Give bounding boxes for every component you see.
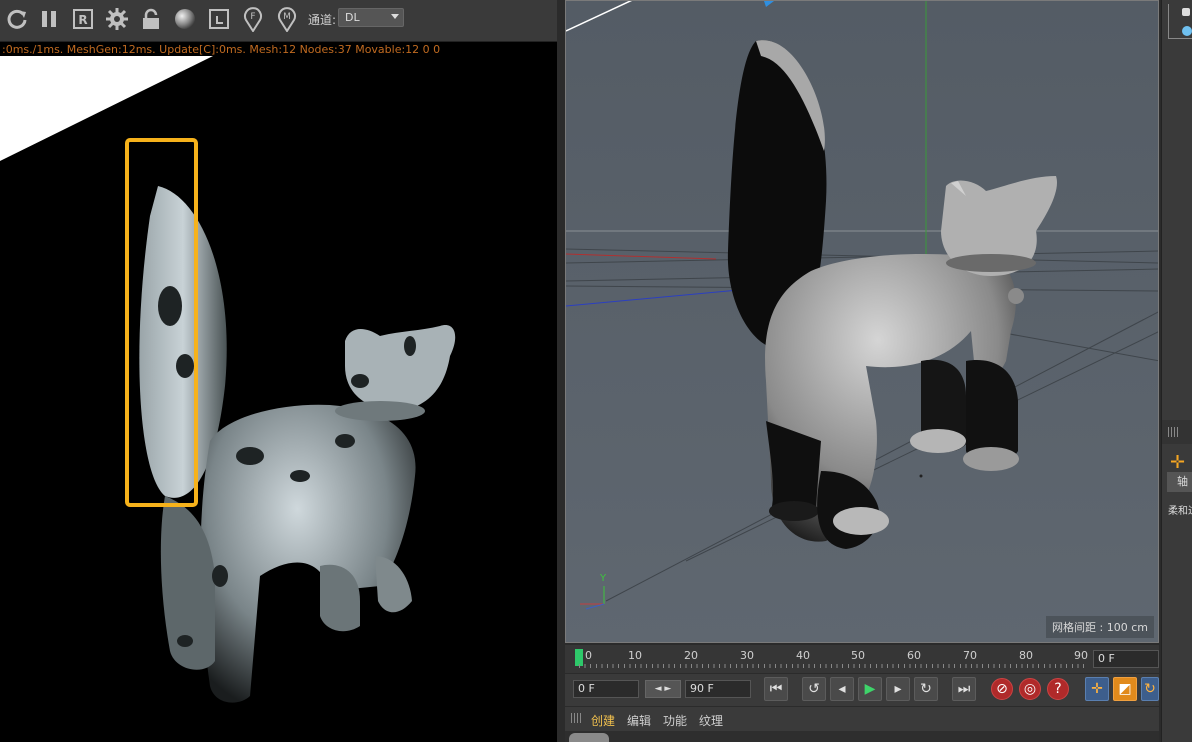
attribute-side-panel: ✛ 轴 柔和过: [1161, 0, 1192, 742]
play-button[interactable]: ▶: [858, 677, 882, 701]
viewport-scene: [566, 1, 1158, 642]
move-key-button[interactable]: ✛: [1085, 677, 1109, 701]
editor-viewport[interactable]: Y 网格间距 : 100 cm: [565, 0, 1159, 643]
panel-divider[interactable]: [557, 0, 565, 742]
tick-label: 30: [740, 649, 754, 662]
material-manager-menu: 创建 编辑 功能 纹理: [565, 707, 1159, 731]
render-stats-text: :0ms./1ms. MeshGen:12ms. Update[C]:0ms. …: [2, 43, 441, 56]
end-frame-field[interactable]: 90 F: [685, 680, 751, 698]
refresh-icon[interactable]: [4, 6, 30, 32]
tick-label: 90: [1074, 649, 1088, 662]
f-pin-icon[interactable]: F: [240, 6, 266, 32]
timeline-ruler[interactable]: 0 10 20 30 40 50 60 70 80 90: [565, 645, 1159, 673]
channel-select[interactable]: DL: [338, 8, 404, 27]
settings-gear-icon[interactable]: [104, 6, 130, 32]
material-thumbnail-strip: [565, 731, 1159, 742]
tick-label: 70: [963, 649, 977, 662]
svg-text:R: R: [78, 13, 87, 27]
render-toolbar: R F M 通道: DL: [0, 0, 557, 42]
transport-bar: 0 F ◄ ► 90 F ⏮ ↺ ◂ ▶ ▸ ↻ ⏭ ⊘ ◎ ? ✛ ◩ ↻: [565, 674, 1159, 706]
object-node-icon[interactable]: [1182, 8, 1190, 16]
go-to-end-button[interactable]: ⏭: [952, 677, 976, 701]
svg-text:M: M: [283, 12, 291, 22]
material-thumbnail[interactable]: [569, 733, 609, 742]
tick-label: 0: [585, 649, 592, 662]
channel-value: DL: [345, 11, 360, 24]
autokey-button[interactable]: ◎: [1019, 678, 1041, 700]
material-sphere-icon[interactable]: [172, 6, 198, 32]
grip-icon[interactable]: [571, 713, 581, 723]
next-frame-button[interactable]: ▸: [886, 677, 910, 701]
next-key-button[interactable]: ↻: [914, 677, 938, 701]
tick-label: 40: [796, 649, 810, 662]
tick-label: 50: [851, 649, 865, 662]
menu-create[interactable]: 创建: [591, 712, 615, 729]
tick-label: 60: [907, 649, 921, 662]
channel-label: 通道:: [308, 13, 337, 27]
region-render-icon[interactable]: R: [70, 6, 96, 32]
scale-key-button[interactable]: ◩: [1113, 677, 1137, 701]
crop-icon[interactable]: [206, 6, 232, 32]
tick-label: 80: [1019, 649, 1033, 662]
range-stepper[interactable]: ◄ ►: [645, 680, 681, 698]
move-icon[interactable]: ✛: [1170, 452, 1185, 473]
previous-frame-button[interactable]: ◂: [830, 677, 854, 701]
keyframe-selection-button[interactable]: ?: [1047, 678, 1069, 700]
section-label: 柔和过: [1168, 506, 1192, 517]
chevron-down-icon: [391, 14, 399, 19]
axis-y-label: Y: [600, 573, 607, 584]
render-view-panel: R F M 通道: DL :0ms./1ms. MeshGen:12ms. Up…: [0, 0, 557, 742]
menu-texture[interactable]: 纹理: [699, 712, 723, 729]
render-image: [0, 56, 557, 742]
tick-marks: [579, 664, 1087, 668]
lock-icon[interactable]: [138, 6, 164, 32]
previous-key-button[interactable]: ↺: [802, 677, 826, 701]
tab-axis[interactable]: 轴: [1167, 472, 1192, 492]
light-object-icon[interactable]: [1182, 26, 1192, 36]
pause-icon[interactable]: [36, 6, 62, 32]
grid-spacing-label: 网格间距 : 100 cm: [1046, 616, 1154, 638]
go-to-start-button[interactable]: ⏮: [764, 677, 788, 701]
menu-function[interactable]: 功能: [663, 712, 687, 729]
start-frame-field[interactable]: 0 F: [573, 680, 639, 698]
menu-edit[interactable]: 编辑: [627, 712, 651, 729]
record-keys-button[interactable]: ⊘: [991, 678, 1013, 700]
tick-label: 20: [684, 649, 698, 662]
tick-label: 10: [628, 649, 642, 662]
current-frame-field[interactable]: 0 F: [1093, 650, 1159, 668]
attribute-header: [1162, 420, 1192, 444]
grip-icon[interactable]: [1168, 427, 1178, 437]
m-pin-icon[interactable]: M: [274, 6, 300, 32]
svg-text:F: F: [250, 12, 255, 22]
rotate-key-button[interactable]: ↻: [1141, 677, 1159, 701]
